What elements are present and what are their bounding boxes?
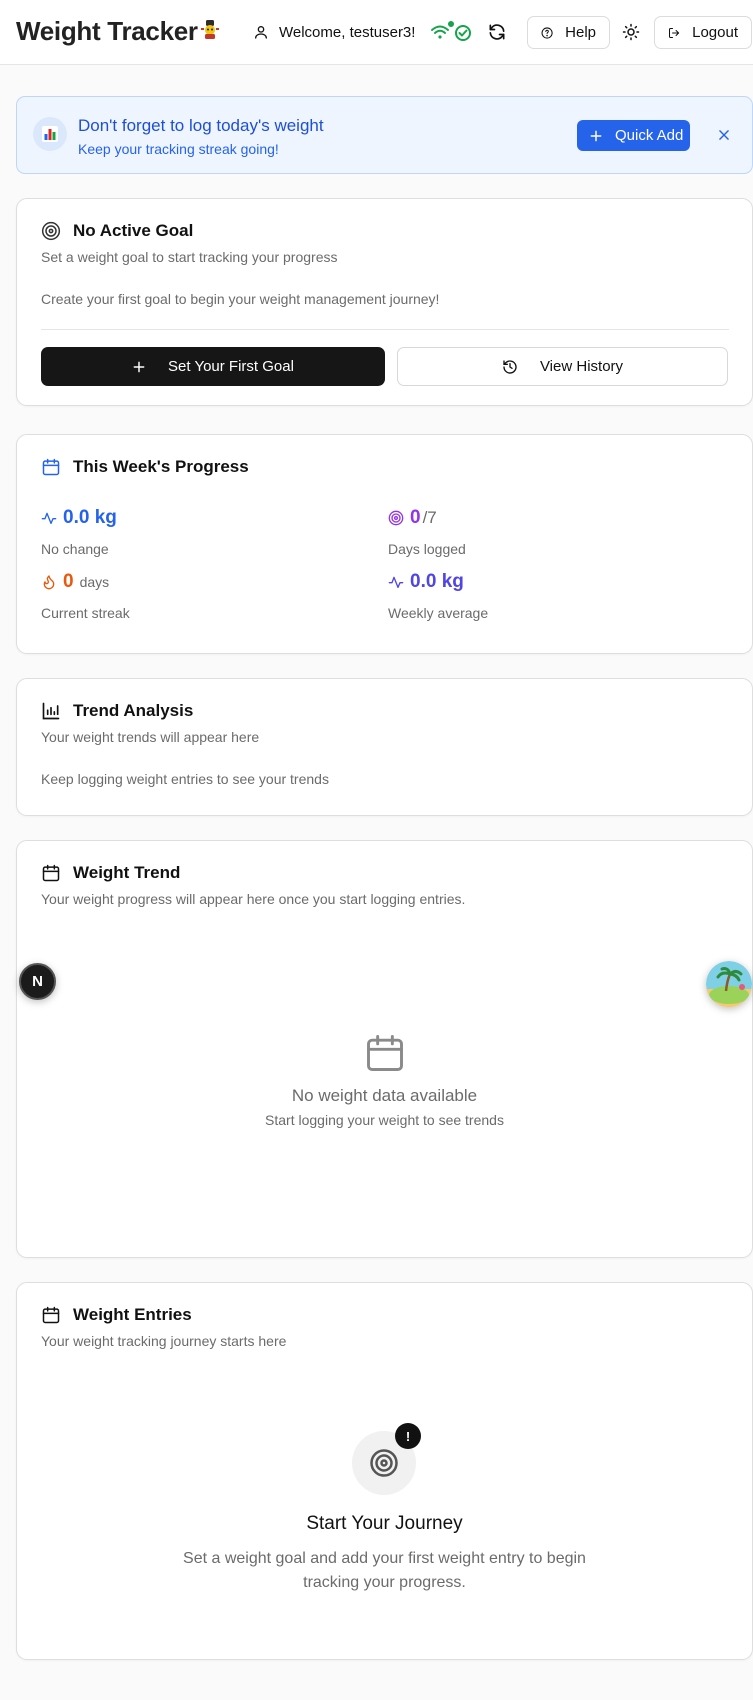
app-header: Weight Tracker Welcome, testuser3! Help [0,0,753,65]
days-logged-label: Days logged [388,541,466,557]
online-synced-status-icon [431,21,471,41]
weekly-progress-card: This Week's Progress 0.0 kg No change 0 … [16,434,753,654]
help-label: Help [565,24,596,41]
goal-subtitle: Set a weight goal to start tracking your… [41,249,338,265]
streak-value: 0 [63,571,74,592]
weight-change-value: 0.0 kg [63,507,117,528]
target-icon [388,510,404,526]
days-logged-value: 0 [410,507,421,528]
history-icon [503,359,517,374]
logout-button[interactable]: Logout [654,16,752,49]
progress-title: This Week's Progress [73,457,249,476]
refresh-icon[interactable] [487,22,507,42]
sun-theme-toggle-icon[interactable] [622,23,640,41]
weight-change-label: No change [41,541,109,557]
calendar-icon [42,1306,60,1324]
goal-card-header: No Active Goal [41,221,193,241]
weight-change-stat: 0.0 kg No change [41,507,117,557]
trend-analysis-title: Trend Analysis [73,701,194,720]
trend-analysis-message: Keep logging weight entries to see your … [41,771,329,787]
banner-title: Don't forget to log today's weight [78,116,324,135]
weight-trend-empty-state: No weight data available Start logging y… [17,1031,752,1128]
weight-entries-subtitle: Your weight tracking journey starts here [41,1333,287,1349]
help-button[interactable]: Help [527,16,610,49]
progress-card-header: This Week's Progress [41,457,249,477]
target-icon [41,221,61,241]
welcome-user: Welcome, testuser3! [253,21,415,43]
user-icon [255,26,267,39]
journey-description-line: tracking your progress. [303,1574,466,1591]
weekly-average-label: Weekly average [388,605,489,621]
weight-entries-card: Weight Entries Your weight tracking jour… [16,1282,753,1660]
island-avatar-button[interactable] [706,961,752,1007]
mascot-logo-icon [201,20,219,39]
palm-island-icon [706,961,752,1007]
weekly-average-value: 0.0 kg [410,571,464,592]
weekly-average-stat: 0.0 kg Weekly average [388,571,488,621]
streak-unit: days [79,574,110,590]
app-title: Weight Tracker [16,16,198,46]
weight-trend-title: Weight Trend [73,863,181,882]
set-first-goal-label: Set Your First Goal [168,358,294,375]
help-circle-icon [541,26,553,39]
activity-icon [41,512,57,524]
weight-trend-header: Weight Trend [41,863,180,883]
goal-title: No Active Goal [73,221,194,240]
alert-badge: ! [395,1423,421,1449]
plus-icon [590,130,602,141]
bar-chart-emoji-icon [33,117,67,151]
weight-entries-title: Weight Entries [73,1305,192,1324]
trend-analysis-header: Trend Analysis [41,701,193,721]
close-icon[interactable] [717,128,731,142]
days-logged-total: /7 [422,508,437,527]
current-streak-stat: 0 days Current streak [41,571,130,621]
welcome-text: Welcome, testuser3! [279,23,416,41]
quick-add-label: Quick Add [615,127,684,144]
log-reminder-banner: Don't forget to log today's weight Keep … [16,96,753,174]
target-icon [370,1449,398,1477]
weight-entries-header: Weight Entries [41,1305,192,1325]
banner-subtitle: Keep your tracking streak going! [78,141,279,157]
trend-analysis-card: Trend Analysis Your weight trends will a… [16,678,753,816]
calendar-icon [42,864,60,882]
goal-card: No Active Goal Set a weight goal to star… [16,198,753,406]
weight-trend-subtitle: Your weight progress will appear here on… [41,891,466,907]
divider [41,329,729,330]
calendar-icon [366,1035,403,1071]
journey-empty-state: Start Your Journey Set a weight goal and… [17,1513,752,1595]
days-logged-stat: 0 /7 Days logged [388,507,466,557]
set-first-goal-button[interactable]: Set Your First Goal [41,347,385,386]
journey-title: Start Your Journey [306,1513,463,1534]
trend-analysis-subtitle: Your weight trends will appear here [41,729,260,745]
flame-icon [43,575,55,590]
weight-trend-empty-sub: Start logging your weight to see trends [265,1112,504,1128]
weight-trend-empty-title: No weight data available [291,1086,478,1105]
view-history-label: View History [539,358,624,375]
activity-icon [388,576,404,588]
calendar-icon [42,458,60,476]
streak-label: Current streak [41,605,130,621]
view-history-button[interactable]: View History [397,347,728,386]
logout-label: Logout [692,24,738,41]
logout-icon [669,27,680,38]
journey-description-line: Set a weight goal and add your first wei… [183,1550,586,1567]
bar-chart-icon [42,702,60,720]
weight-trend-card: Weight Trend Your weight progress will a… [16,840,753,1258]
quick-add-button[interactable]: Quick Add [577,120,690,151]
plus-icon [133,361,145,372]
next-dev-indicator-button[interactable]: N [19,963,56,1000]
journey-description: Set a weight goal and add your first wei… [17,1547,752,1595]
goal-message: Create your first goal to begin your wei… [41,291,440,307]
